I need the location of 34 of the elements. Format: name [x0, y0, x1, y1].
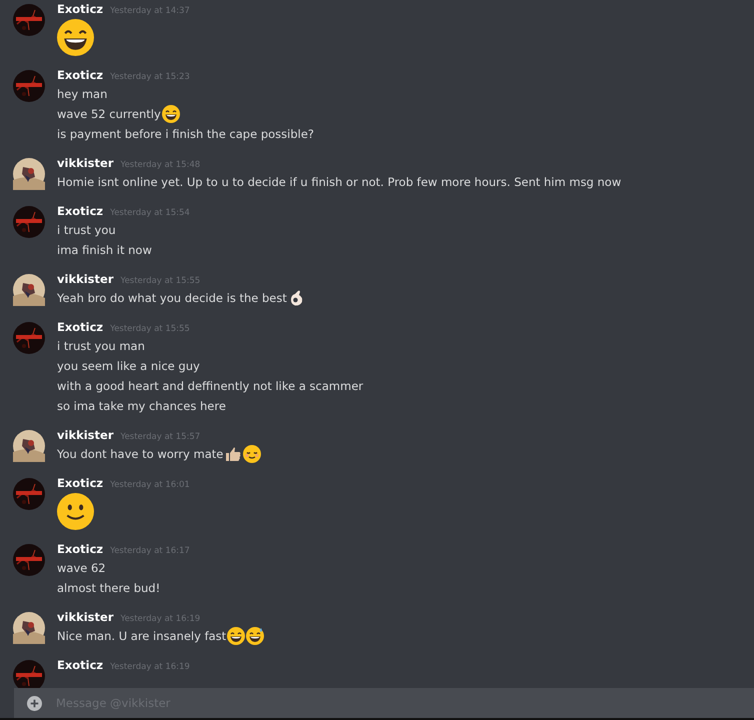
- message-text: You dont have to worry mate: [57, 447, 224, 461]
- message-text: Yeah bro do what you decide is the best: [57, 291, 287, 305]
- username[interactable]: vikkister: [57, 272, 114, 286]
- username[interactable]: vikkister: [57, 428, 114, 442]
- message-text: so ima take my chances here: [57, 399, 226, 413]
- message-text: wave 52 currently: [57, 107, 161, 121]
- thumbs-up-icon: [224, 445, 242, 463]
- grinning-face-icon: [227, 627, 246, 645]
- message-text: Homie isnt online yet. Up to u to decide if u finish or not. Prob few more hours. Sent him msg now: [57, 175, 622, 189]
- message-text: i trust you man: [57, 339, 145, 353]
- username[interactable]: Exoticz: [57, 476, 104, 490]
- username[interactable]: Exoticz: [57, 2, 104, 16]
- message-text: almost there bud!: [57, 581, 160, 595]
- message-text: is payment before i finish the cape possible?: [57, 127, 314, 141]
- relieved-face-icon: [243, 445, 262, 463]
- message-text: hey man: [57, 87, 108, 101]
- message-text: you seem like a nice guy: [57, 359, 200, 373]
- username[interactable]: Exoticz: [57, 658, 104, 672]
- username[interactable]: Exoticz: [57, 542, 104, 556]
- message-text: wave 62: [57, 561, 106, 575]
- sweat-smile-face-icon: [246, 627, 264, 645]
- username[interactable]: vikkister: [57, 156, 114, 170]
- username[interactable]: Exoticz: [57, 204, 104, 218]
- username[interactable]: Exoticz: [57, 68, 104, 82]
- message-text: Nice man. U are insanely fast: [57, 629, 226, 643]
- message-text: with a good heart and deffinently not like a scammer: [57, 379, 364, 393]
- message-text: i trust you: [57, 223, 116, 237]
- username[interactable]: vikkister: [57, 610, 114, 624]
- grinning-face-icon: [162, 105, 180, 123]
- smiling-face-icon: [57, 493, 94, 530]
- grinning-face-icon: [57, 19, 94, 56]
- username[interactable]: Exoticz: [57, 320, 104, 334]
- add-icon[interactable]: [27, 696, 42, 710]
- message-text: ima finish it now: [57, 243, 152, 257]
